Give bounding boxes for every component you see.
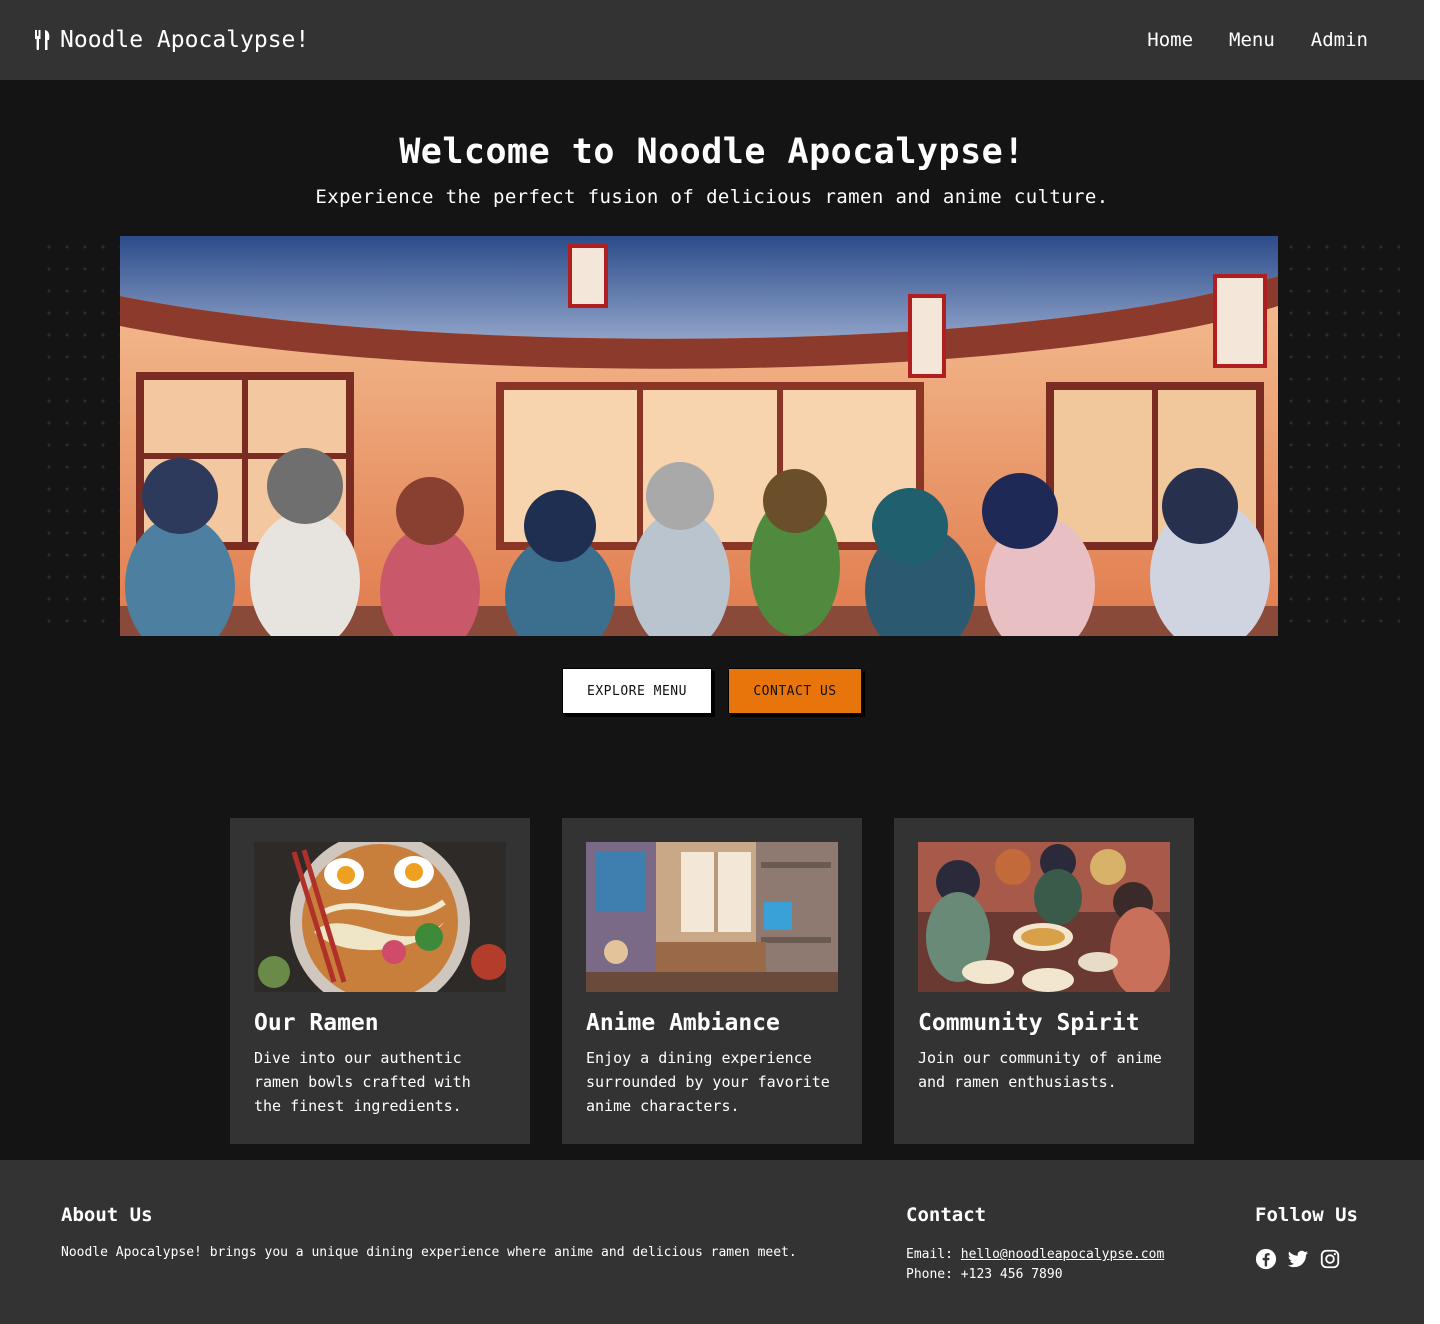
card-title: Community Spirit (918, 1010, 1140, 1036)
feature-cards: Our Ramen Dive into our authentic ramen … (230, 818, 1194, 1144)
ramen-shop-illustration (120, 236, 1278, 636)
utensils-icon (35, 30, 50, 50)
instagram-icon[interactable] (1319, 1248, 1341, 1270)
hero-title: Welcome to Noodle Apocalypse! (399, 132, 1025, 172)
hero-buttons: EXPLORE MENU CONTACT US (0, 668, 1424, 714)
ramen-bowl-image (254, 842, 506, 992)
community-dining-image (918, 842, 1170, 992)
page: Noodle Apocalypse! Home Menu Admin Welco… (0, 0, 1424, 1324)
facebook-icon[interactable] (1255, 1248, 1277, 1270)
footer-contact-info: Email: hello@noodleapocalypse.com Phone:… (906, 1245, 1164, 1285)
feature-card-ambiance: Anime Ambiance Enjoy a dining experience… (562, 818, 862, 1144)
nav-links: Home Menu Admin (1147, 29, 1368, 51)
card-text: Dive into our authentic ramen bowls craf… (254, 1049, 471, 1115)
footer: About Us Noodle Apocalypse! brings you a… (0, 1160, 1424, 1324)
feature-card-ramen: Our Ramen Dive into our authentic ramen … (230, 818, 530, 1144)
card-title: Our Ramen (254, 1010, 379, 1036)
hero-subtitle: Experience the perfect fusion of delicio… (315, 186, 1109, 208)
anime-room-image (586, 842, 838, 992)
nav-link-admin[interactable]: Admin (1311, 29, 1368, 51)
brand-name: Noodle Apocalypse! (60, 27, 310, 53)
scrollbar-gutter (1424, 0, 1440, 1324)
nav-link-menu[interactable]: Menu (1229, 29, 1275, 51)
footer-about-text: Noodle Apocalypse! brings you a unique d… (61, 1245, 797, 1260)
footer-contact-heading: Contact (906, 1204, 987, 1226)
brand-link[interactable]: Noodle Apocalypse! (34, 27, 309, 53)
nav-link-home[interactable]: Home (1147, 29, 1193, 51)
phone-line: Phone: +123 456 7890 (906, 1267, 1063, 1282)
card-text: Enjoy a dining experience surrounded by … (586, 1049, 830, 1115)
footer-about-heading: About Us (61, 1204, 153, 1226)
card-title: Anime Ambiance (586, 1010, 780, 1036)
navbar: Noodle Apocalypse! Home Menu Admin (0, 0, 1424, 80)
explore-menu-button[interactable]: EXPLORE MENU (562, 668, 712, 714)
twitter-icon[interactable] (1287, 1248, 1309, 1270)
hero-image (120, 236, 1278, 636)
email-label: Email: (906, 1247, 961, 1262)
footer-follow-heading: Follow Us (1255, 1204, 1358, 1226)
social-links (1255, 1248, 1341, 1270)
email-line: Email: hello@noodleapocalypse.com (906, 1245, 1164, 1265)
card-text: Join our community of anime and ramen en… (918, 1049, 1162, 1091)
email-link[interactable]: hello@noodleapocalypse.com (961, 1247, 1165, 1262)
contact-us-button[interactable]: CONTACT US (728, 668, 862, 714)
feature-card-community: Community Spirit Join our community of a… (894, 818, 1194, 1144)
